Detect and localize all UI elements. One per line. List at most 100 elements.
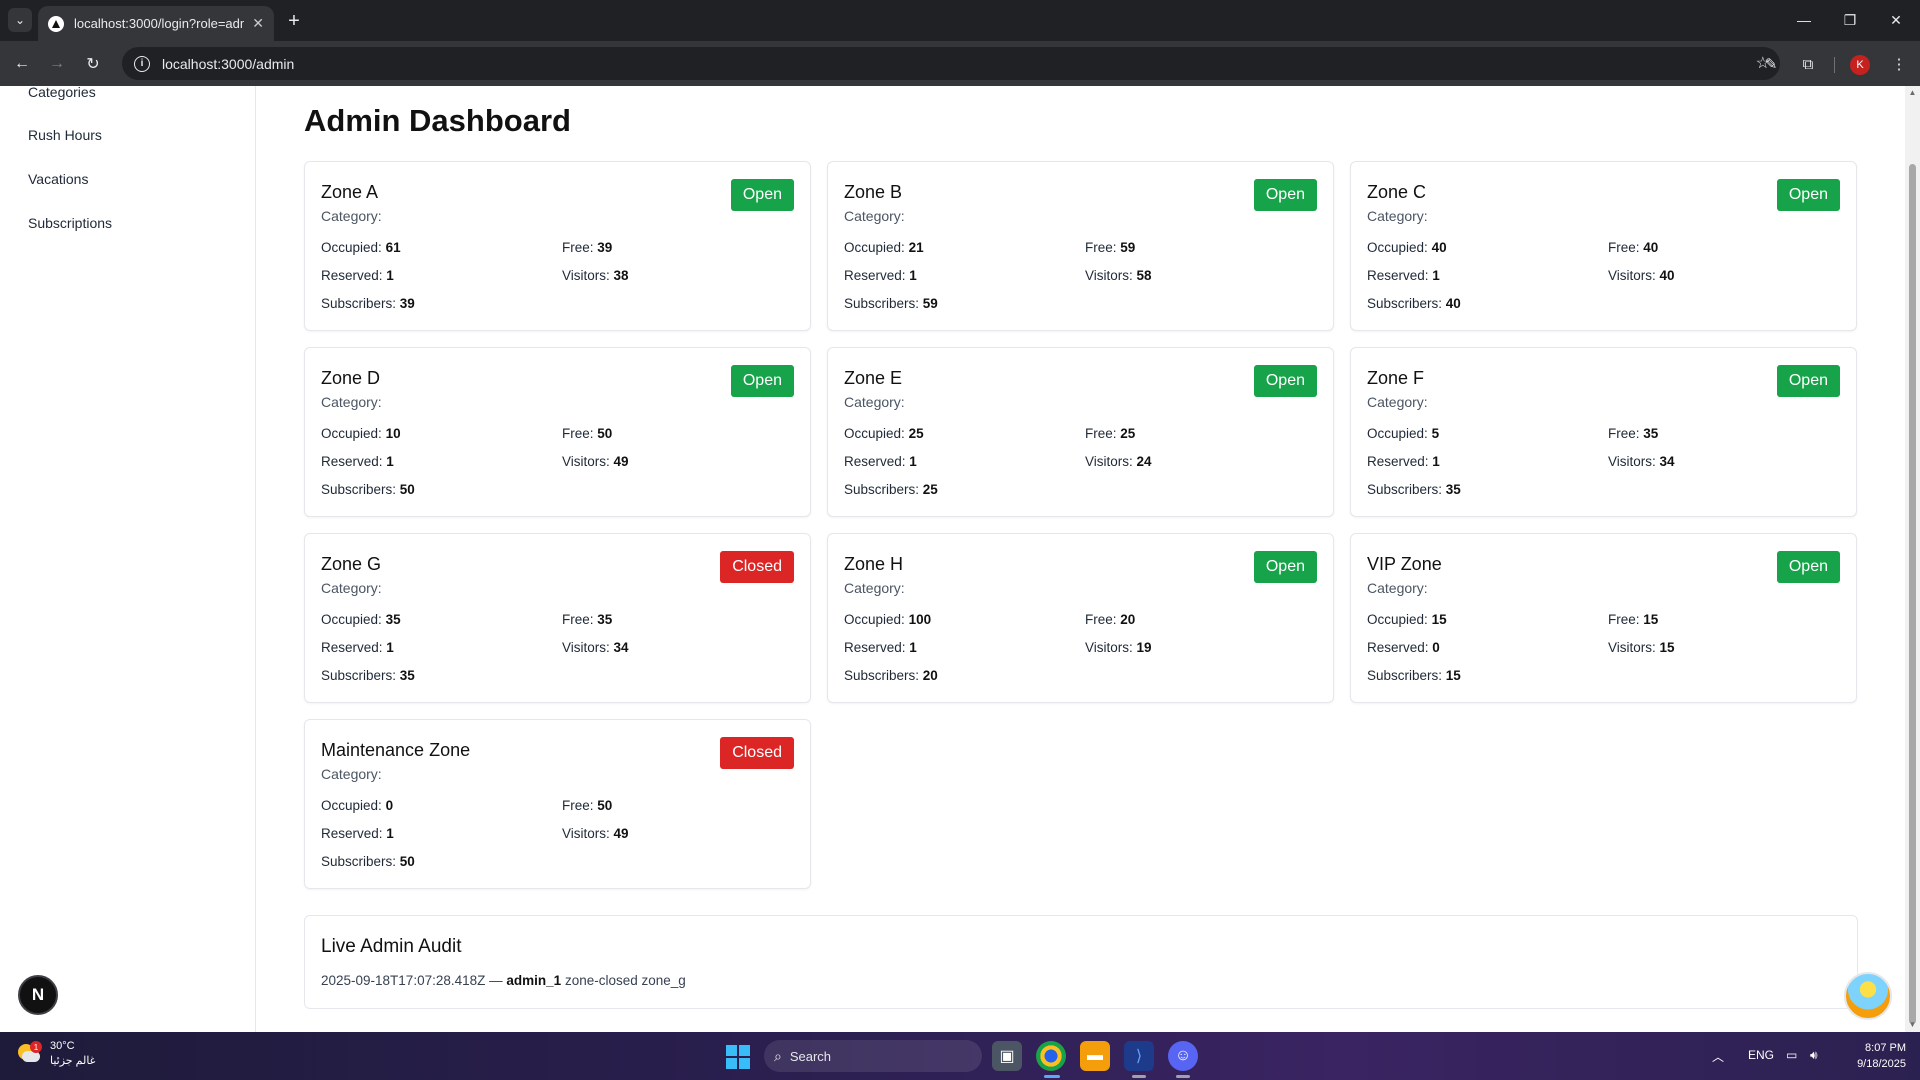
visitors-label: Visitors:: [1608, 640, 1656, 655]
sidebar-item-categories[interactable]: Categories: [28, 86, 96, 100]
reserved-value: 1: [1432, 454, 1440, 469]
zone-status-toggle-button[interactable]: Open: [1253, 179, 1317, 211]
minimize-icon[interactable]: —: [1784, 8, 1824, 32]
reserved-value: 0: [1432, 640, 1440, 655]
zone-card: Zone C Category: Open Occupied: 40 Free: 40 R…: [1350, 161, 1857, 331]
tab-close-icon[interactable]: ✕: [252, 15, 264, 32]
taskbar-clock[interactable]: 8:07 PM 9/18/2025: [1842, 1040, 1906, 1072]
zone-name: Zone D: [321, 368, 381, 388]
forward-arrow-icon[interactable]: →: [44, 51, 70, 77]
visitors-value: 49: [613, 454, 629, 469]
subscribers-value: 39: [399, 296, 415, 311]
zone-status-toggle-button[interactable]: Open: [730, 365, 794, 397]
free-value: 59: [1120, 240, 1136, 255]
zone-status-toggle-button[interactable]: Closed: [720, 551, 794, 583]
new-tab-plus-icon[interactable]: +: [282, 9, 306, 33]
windows-start-icon[interactable]: [726, 1045, 750, 1069]
subscribers-label: Subscribers:: [321, 296, 397, 311]
volume-icon[interactable]: 🔊︎: [1810, 1048, 1818, 1063]
reload-icon[interactable]: ↻: [80, 51, 106, 77]
zone-category-label: Category:: [844, 394, 905, 410]
subscribers-label: Subscribers:: [321, 668, 397, 683]
discord-icon[interactable]: ☺: [1168, 1041, 1198, 1071]
zone-status-toggle-button[interactable]: Open: [1776, 551, 1840, 583]
weather-widget[interactable]: 1 30°C غالم جزئيا: [16, 1039, 95, 1069]
occupied-value: 25: [908, 426, 924, 441]
visitors-label: Visitors:: [1085, 454, 1133, 469]
site-info-icon[interactable]: i: [134, 55, 150, 72]
zone-status-toggle-button[interactable]: Open: [1253, 551, 1317, 583]
scroll-down-arrow-icon[interactable]: ▼: [1908, 1020, 1917, 1029]
zone-status-toggle-button[interactable]: Open: [1776, 179, 1840, 211]
zone-occupied-stat: Occupied: 21: [844, 240, 924, 255]
zone-status-toggle-button[interactable]: Closed: [720, 737, 794, 769]
occupied-value: 0: [385, 798, 394, 813]
windows-taskbar: 1 30°C غالم جزئيا ⌕ Search ▣ ▬ ⟩ ☺ ︿ ENG…: [0, 1032, 1920, 1080]
zone-status-toggle-button[interactable]: Open: [1253, 365, 1317, 397]
task-view-icon[interactable]: ▣: [992, 1041, 1022, 1071]
browser-toolbar: ← → ↻ i localhost:3000/admin ☆ ✎ ⧉ K ⋮: [0, 41, 1920, 86]
address-bar[interactable]: i localhost:3000/admin ☆: [122, 47, 1780, 80]
browser-menu-kebab-icon[interactable]: ⋮: [1886, 51, 1912, 77]
zone-status-toggle-button[interactable]: Open: [730, 179, 794, 211]
sidebar-item-rush-hours[interactable]: Rush Hours: [28, 127, 102, 143]
network-icon[interactable]: ▭: [1786, 1048, 1797, 1062]
zone-status-toggle-button[interactable]: Open: [1776, 365, 1840, 397]
visitors-value: 40: [1659, 268, 1675, 283]
extensions-puzzle-icon[interactable]: ⧉: [1795, 51, 1821, 77]
address-url[interactable]: localhost:3000/admin: [162, 56, 294, 72]
reserved-label: Reserved:: [844, 454, 906, 469]
zone-subscribers-stat: Subscribers: 59: [844, 296, 938, 311]
occupied-value: 35: [385, 612, 401, 627]
window-close-icon[interactable]: ✕: [1876, 8, 1916, 32]
zone-free-stat: Free: 40: [1608, 240, 1658, 255]
scroll-up-arrow-icon[interactable]: ▲: [1908, 88, 1917, 97]
zone-card: Zone B Category: Open Occupied: 21 Free: 59 R…: [827, 161, 1334, 331]
tray-overflow-chevron-icon[interactable]: ︿: [1712, 1048, 1724, 1065]
free-value: 35: [597, 612, 613, 627]
occupied-value: 61: [385, 240, 401, 255]
chrome-icon[interactable]: [1036, 1041, 1066, 1071]
subscribers-value: 15: [1445, 668, 1461, 683]
zone-reserved-stat: Reserved: 1: [1367, 268, 1440, 283]
back-arrow-icon[interactable]: ←: [9, 51, 35, 77]
search-icon: ⌕: [774, 1047, 782, 1064]
zone-free-stat: Free: 39: [562, 240, 612, 255]
language-indicator[interactable]: ENG: [1748, 1048, 1774, 1062]
reserved-label: Reserved:: [321, 640, 383, 655]
pen-extension-icon[interactable]: ✎: [1758, 51, 1784, 77]
free-value: 20: [1120, 612, 1136, 627]
sidebar-item-subscriptions[interactable]: Subscriptions: [28, 215, 112, 231]
subscribers-label: Subscribers:: [844, 668, 920, 683]
clock-time: 8:07 PM: [1865, 1042, 1906, 1054]
scrollbar-thumb[interactable]: [1909, 164, 1916, 1024]
sidebar-item-vacations[interactable]: Vacations: [28, 171, 88, 187]
visitors-label: Visitors:: [562, 826, 610, 841]
zone-subscribers-stat: Subscribers: 20: [844, 668, 938, 683]
browser-tab-active[interactable]: localhost:3000/login?role=admin ✕: [38, 6, 274, 41]
zone-reserved-stat: Reserved: 0: [1367, 640, 1440, 655]
vscode-icon[interactable]: ⟩: [1124, 1041, 1154, 1071]
nextjs-favicon-icon: [48, 15, 64, 32]
floating-assistant-icon[interactable]: [1844, 972, 1892, 1020]
zone-occupied-stat: Occupied: 35: [321, 612, 401, 627]
taskbar-search[interactable]: ⌕ Search: [764, 1040, 982, 1072]
zone-occupied-stat: Occupied: 61: [321, 240, 401, 255]
file-explorer-icon[interactable]: ▬: [1080, 1041, 1110, 1071]
audit-entry: 2025-09-18T17:07:28.418Z — admin_1 zone-…: [321, 973, 686, 988]
audit-timestamp: 2025-09-18T17:07:28.418Z: [321, 973, 486, 988]
nextjs-dev-tools-button[interactable]: N: [18, 975, 58, 1015]
weather-description: غالم جزئيا: [50, 1055, 96, 1067]
occupied-label: Occupied:: [1367, 426, 1428, 441]
visitors-value: 34: [613, 640, 629, 655]
zone-reserved-stat: Reserved: 1: [844, 268, 917, 283]
audit-panel: Live Admin Audit 2025-09-18T17:07:28.418…: [304, 915, 1858, 1009]
subscribers-value: 59: [922, 296, 938, 311]
browser-tab-bar: ⌄ localhost:3000/login?role=admin ✕ + — …: [0, 0, 1920, 41]
zone-visitors-stat: Visitors: 49: [562, 826, 629, 841]
page-scrollbar[interactable]: ▲ ▼: [1905, 86, 1920, 1032]
subscribers-label: Subscribers:: [321, 482, 397, 497]
tab-search-chevron-icon[interactable]: ⌄: [8, 8, 32, 32]
profile-avatar[interactable]: K: [1850, 55, 1870, 75]
restore-icon[interactable]: ❐: [1830, 8, 1870, 32]
